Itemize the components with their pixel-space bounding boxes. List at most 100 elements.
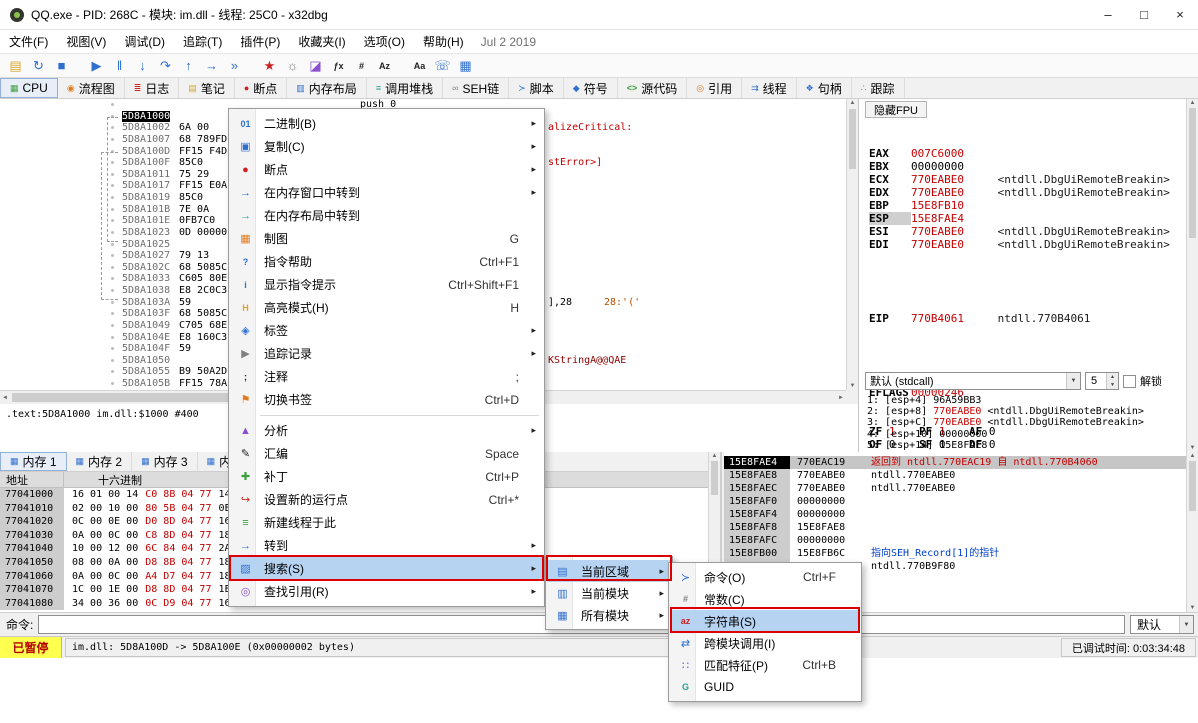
run-icon[interactable]: ▶	[85, 56, 108, 76]
spin-down-icon[interactable]	[1107, 381, 1118, 389]
tab-dump-2[interactable]: ▦ 内存 2	[67, 452, 133, 471]
calling-convention-select[interactable]: 默认 (stdcall)	[865, 372, 1081, 390]
minimize-button[interactable]: –	[1090, 0, 1126, 30]
stack-vertical-scrollbar[interactable]	[1186, 452, 1198, 612]
context-menu-item[interactable]: ≡ 新建线程于此	[230, 511, 543, 534]
submenu-item[interactable]: # 常数(C)	[670, 588, 860, 610]
context-menu-item[interactable]: → 在内存窗口中转到	[230, 181, 543, 204]
register-row[interactable]: ECX770EABE0 <ntdll.DbgUiRemoteBreakin>	[869, 173, 1170, 186]
tab-threads[interactable]: ⇉ 线程	[742, 78, 797, 98]
argument-row[interactable]: 1: [esp+4]96A59BB3	[867, 395, 1144, 406]
open-file-icon[interactable]: ▤	[4, 56, 27, 76]
argument-count-spinner[interactable]: 5	[1085, 372, 1119, 390]
context-menu-item[interactable]: H 高亮模式(H) H	[230, 296, 543, 319]
stack-row[interactable]: 15E8FAF0 00000000	[724, 495, 1186, 508]
submenu-item[interactable]: ≻ 命令(O) Ctrl+F	[670, 566, 860, 588]
submenu-item[interactable]: az 字符串(S)	[670, 610, 860, 632]
context-menu-item[interactable]: ↪ 设置新的运行点 Ctrl+*	[230, 488, 543, 511]
tab-cpu[interactable]: ▦ CPU	[0, 78, 58, 98]
restart-icon[interactable]: ↻	[27, 56, 50, 76]
context-menu-item[interactable]: ▣ 复制(C)	[230, 135, 543, 158]
register-row-eip[interactable]: EIP770B4061 ntdll.770B4061	[869, 312, 1170, 325]
menubar-item[interactable]: 插件(P)	[231, 30, 289, 53]
chevron-down-icon[interactable]	[1179, 616, 1193, 633]
register-row[interactable]: EBP15E8FB10	[869, 199, 1170, 212]
register-row[interactable]: ESI770EABE0 <ntdll.DbgUiRemoteBreakin>	[869, 225, 1170, 238]
animate-icon[interactable]: »	[223, 56, 246, 76]
step-into-icon[interactable]: ↓	[131, 56, 154, 76]
context-menu-item[interactable]: ⚑ 切换书签 Ctrl+D	[230, 388, 543, 411]
context-menu-item[interactable]	[230, 411, 543, 419]
tab-memory-map[interactable]: ▥ 内存布局	[287, 78, 367, 98]
tab-source[interactable]: <> 源代码	[618, 78, 688, 98]
scrollbar-thumb[interactable]	[711, 461, 718, 495]
tab-log[interactable]: ≣ 日志	[125, 78, 180, 98]
tab-script[interactable]: ≻ 脚本	[509, 78, 564, 98]
tab-call-stack[interactable]: ≡ 调用堆栈	[367, 78, 443, 98]
register-row[interactable]: EBX00000000	[869, 160, 1170, 173]
context-menu-item[interactable]: → 在内存布局中转到	[230, 204, 543, 227]
menubar-item[interactable]: 文件(F)	[0, 30, 57, 53]
tab-notes[interactable]: ▤ 笔记	[179, 78, 235, 98]
context-menu-item[interactable]: ▲ 分析	[230, 419, 543, 442]
stack-row[interactable]: 15E8FAE8 770EABE0 ntdll.770EABE0	[724, 469, 1186, 482]
context-menu-item[interactable]: ● 断点	[230, 158, 543, 181]
context-menu-item[interactable]: ▦ 制图 G	[230, 227, 543, 250]
registers-vertical-scrollbar[interactable]	[1186, 99, 1198, 452]
stack-row[interactable]: 15E8FAEC 770EABE0 ntdll.770EABE0	[724, 482, 1186, 495]
tab-trace[interactable]: ∴ 跟踪	[852, 78, 905, 98]
tab-dump-3[interactable]: ▦ 内存 3	[132, 452, 198, 471]
scrollbar-thumb[interactable]	[1189, 461, 1196, 511]
register-row[interactable]: EDI770EABE0 <ntdll.DbgUiRemoteBreakin>	[869, 238, 1170, 251]
context-menu-item[interactable]: ◎ 查找引用(R)	[230, 580, 543, 603]
tab-symbols[interactable]: ◆ 符号	[564, 78, 618, 98]
dump-address-header[interactable]: 地址	[0, 472, 64, 487]
calculator-fx-icon[interactable]: ƒx	[327, 56, 350, 76]
scrollbar-thumb[interactable]	[1189, 108, 1196, 238]
argument-row[interactable]: 3: [esp+C]770EABE0<ntdll.DbgUiRemoteBrea…	[867, 417, 1144, 428]
maximize-button[interactable]: □	[1126, 0, 1162, 30]
tab-seh[interactable]: ∞ SEH链	[443, 78, 509, 98]
context-menu-item[interactable]: i 显示指令提示 Ctrl+Shift+F1	[230, 273, 543, 296]
appearance-icon[interactable]: ◪	[304, 56, 327, 76]
menubar-item[interactable]: 追踪(T)	[174, 30, 231, 53]
stack-row[interactable]: 15E8FAE4 770EAC19 返回到 ntdll.770EAC19 自 n…	[724, 456, 1186, 469]
stack-row[interactable]: 15E8FAF8 15E8FAE8	[724, 521, 1186, 534]
menubar-item[interactable]: 视图(V)	[57, 30, 115, 53]
run-to-user-code-icon[interactable]: →	[200, 56, 223, 76]
context-menu-item[interactable]: ◈ 标签	[230, 319, 543, 342]
tab-handles[interactable]: ❖ 句柄	[797, 78, 852, 98]
register-row[interactable]: ESP15E8FAE4	[869, 212, 1170, 225]
argument-row[interactable]: 4: [esp+10]00000000	[867, 429, 1144, 440]
chevron-down-icon[interactable]	[1066, 373, 1080, 389]
stack-row[interactable]: 15E8FAF4 00000000	[724, 508, 1186, 521]
command-profile-select[interactable]: 默认	[1130, 615, 1194, 634]
context-menu-item[interactable]: ✎ 汇编 Space	[230, 442, 543, 465]
argument-row[interactable]: 5: [esp+14]15E8FAE8	[867, 440, 1144, 451]
submenu-item[interactable]: ⇄ 跨模块调用(I)	[670, 632, 860, 654]
scrollbar-thumb[interactable]	[849, 109, 856, 169]
context-menu-item[interactable]: ✚ 补丁 Ctrl+P	[230, 465, 543, 488]
menubar-item[interactable]: 调试(D)	[115, 30, 174, 53]
settings-gear-icon[interactable]: ☼	[281, 56, 304, 76]
favourites-icon[interactable]: ★	[258, 56, 281, 76]
tab-breakpoints[interactable]: ● 断点	[235, 78, 287, 98]
unlock-checkbox[interactable]	[1123, 375, 1136, 388]
context-menu-item[interactable]: 01 二进制(B)	[230, 112, 543, 135]
case-az-icon[interactable]: Az	[373, 56, 396, 76]
spin-up-icon[interactable]	[1107, 373, 1118, 381]
tab-dump-1[interactable]: ▦ 内存 1	[0, 452, 67, 471]
tab-graph[interactable]: ◉ 流程图	[58, 78, 125, 98]
submenu-item[interactable]: ▤ 当前区域	[547, 560, 671, 582]
step-over-icon[interactable]: ↷	[154, 56, 177, 76]
close-button[interactable]: ×	[1162, 0, 1198, 30]
submenu-item[interactable]: G GUID	[670, 676, 860, 698]
assembler-icon[interactable]: Aa	[408, 56, 431, 76]
register-row[interactable]: EAX007C6000	[869, 147, 1170, 160]
debug-chip-icon[interactable]: ▦	[454, 56, 477, 76]
submenu-item[interactable]: ∷ 匹配特征(P) Ctrl+B	[670, 654, 860, 676]
menubar-item[interactable]: 收藏夹(I)	[289, 30, 354, 53]
register-row[interactable]: EDX770EABE0 <ntdll.DbgUiRemoteBreakin>	[869, 186, 1170, 199]
hash-icon[interactable]: #	[350, 56, 373, 76]
argument-row[interactable]: 2: [esp+8]770EABE0<ntdll.DbgUiRemoteBrea…	[867, 406, 1144, 417]
